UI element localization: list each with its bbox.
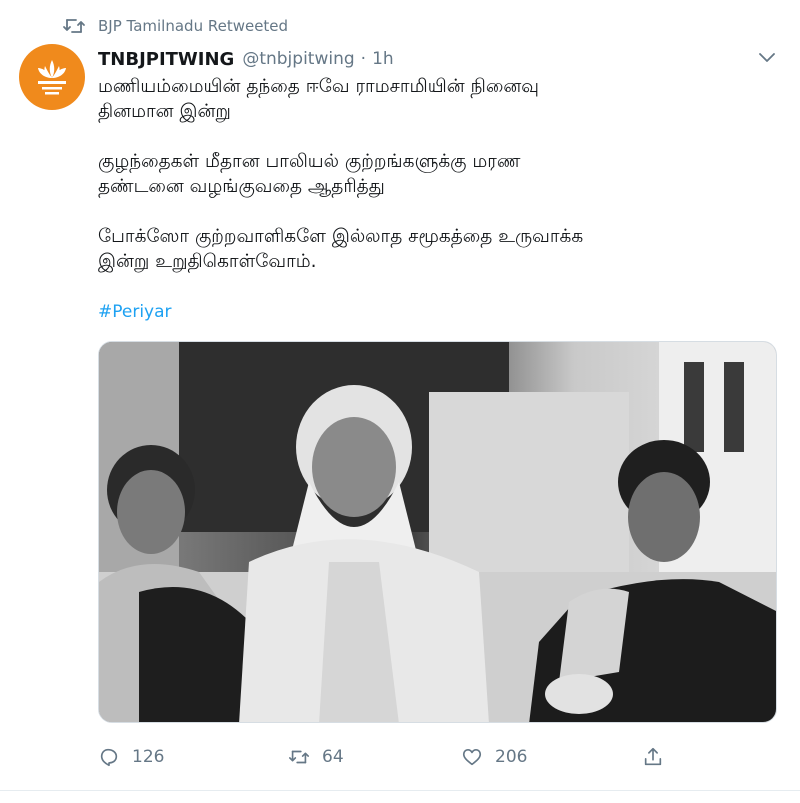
retweet-context: BJP Tamilnadu Retweeted (62, 14, 288, 38)
retweet-count: 64 (322, 747, 344, 767)
reply-icon (100, 748, 118, 767)
chevron-down-icon[interactable] (757, 50, 777, 66)
separator-dot: · (360, 49, 367, 69)
retweet-icon (63, 19, 85, 33)
heart-icon (462, 749, 482, 766)
like-button[interactable]: 206 (461, 740, 527, 774)
reply-count: 126 (132, 747, 165, 767)
tweet-line: போக்ஸோ குற்றவாளிகளே இல்லாத சமூகத்தை உருவ… (98, 226, 584, 247)
tweet-line: தண்டனை வழங்குவதை ஆதரித்து (98, 176, 385, 197)
tweet-header: TNBJPITWING @tnbjpitwing · 1h (98, 46, 394, 72)
reply-button[interactable]: 126 (98, 740, 164, 774)
tweet-body: மணியம்மையின் தந்தை ஈவே ராமசாமியின் நினைவ… (98, 74, 758, 274)
tweet-line: இன்று உறுதிகொள்வோம். (98, 251, 317, 272)
avatar[interactable] (19, 44, 85, 110)
tweet-line: குழந்தைகள் மீதான பாலியல் குற்றங்களுக்கு … (98, 151, 521, 172)
tweet-line: மணியம்மையின் தந்தை ஈவே ராமசாமியின் நினைவ… (98, 76, 539, 97)
author-display-name[interactable]: TNBJPITWING (98, 49, 234, 70)
hashtag-link[interactable]: #Periyar (98, 302, 172, 322)
retweeted-by-label[interactable]: BJP Tamilnadu Retweeted (98, 17, 288, 35)
like-count: 206 (495, 747, 528, 767)
tweet-timestamp[interactable]: 1h (372, 49, 394, 69)
black-and-white-photo (99, 342, 776, 722)
retweet-button[interactable]: 64 (288, 740, 344, 774)
tweet-line: தினமான இன்று (98, 101, 231, 122)
author-handle[interactable]: @tnbjpitwing (242, 49, 354, 69)
bjp-lotus-logo (38, 60, 66, 95)
tweet-photo[interactable] (98, 341, 777, 723)
share-button[interactable] (642, 740, 664, 774)
tweet-actions: 126 64 206 (98, 740, 778, 774)
divider (0, 790, 800, 791)
share-icon (644, 747, 662, 766)
retweet-icon (289, 750, 309, 764)
